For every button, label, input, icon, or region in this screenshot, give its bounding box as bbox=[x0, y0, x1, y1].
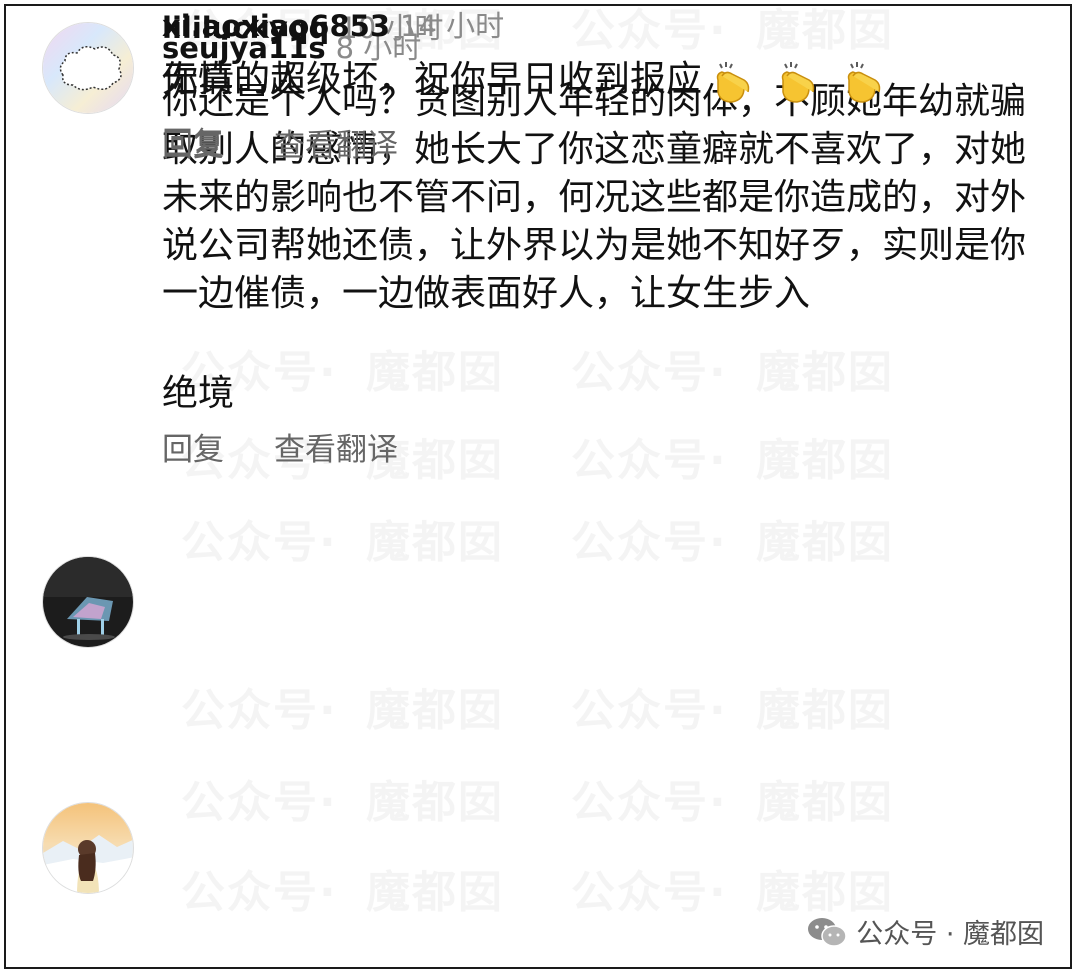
avatar-image bbox=[43, 803, 133, 893]
watermark-text: 魔都囡 bbox=[366, 856, 504, 920]
avatar-image bbox=[43, 23, 133, 113]
watermark-text: 魔都囡 bbox=[756, 766, 894, 830]
watermark-text: 公众号· bbox=[181, 506, 338, 570]
comment-header: xi.aoxiao6853 14 小时 bbox=[162, 6, 504, 46]
avatar-image bbox=[43, 557, 133, 647]
watermark-text: 魔都囡 bbox=[756, 674, 894, 738]
view-translation-button[interactable]: 查看翻译 bbox=[274, 432, 398, 468]
watermark-text: 魔都囡 bbox=[366, 766, 504, 830]
watermark-text: 公众号· bbox=[571, 766, 728, 830]
comment-actions: 回复 查看翻译 bbox=[162, 430, 448, 470]
watermark-text: 公众号· bbox=[571, 424, 728, 488]
account-watermark: 公众号 · 魔都囡 bbox=[806, 912, 1044, 951]
comment-screenshot-frame: 公众号· 魔都囡 公众号· 魔都囡 公众号· 魔都囡 公众号· 魔都囡 公众号·… bbox=[4, 4, 1072, 969]
watermark-text: 公众号· bbox=[571, 506, 728, 570]
watermark-text: 公众号· bbox=[571, 0, 728, 58]
comment-text: 无情的人 bbox=[162, 59, 307, 100]
watermark-text: 魔都囡 bbox=[756, 0, 894, 58]
avatar[interactable] bbox=[42, 802, 134, 894]
account-name: 公众号 · 魔都囡 bbox=[856, 919, 1044, 950]
wechat-icon bbox=[808, 917, 847, 947]
watermark-text: 公众号· bbox=[181, 856, 338, 920]
timestamp: 14 小时 bbox=[400, 9, 505, 43]
avatar[interactable] bbox=[42, 556, 134, 648]
watermark-text: 公众号· bbox=[571, 856, 728, 920]
comment-actions: 回复 bbox=[162, 124, 274, 164]
watermark-text: 魔都囡 bbox=[756, 424, 894, 488]
reply-button[interactable]: 回复 bbox=[162, 432, 224, 468]
watermark-text: 公众号· bbox=[181, 674, 338, 738]
watermark-text: 魔都囡 bbox=[366, 506, 504, 570]
avatar[interactable] bbox=[42, 22, 134, 114]
comment-text: 你还是个人吗？贪图别人年轻的肉体，不顾她年幼就骗取别人的感情，她长大了你这恋童癖… bbox=[162, 81, 1027, 314]
watermark-text: 魔都囡 bbox=[756, 506, 894, 570]
username[interactable]: xi.aoxiao6853 bbox=[162, 9, 390, 43]
view-translation-button[interactable]: 查看翻译 bbox=[274, 128, 398, 164]
watermark-text: 魔都囡 bbox=[366, 674, 504, 738]
comment-text-continuation: 绝境 bbox=[162, 373, 235, 414]
watermark-text: 魔都囡 bbox=[756, 856, 894, 920]
watermark-text: 公众号· bbox=[571, 674, 728, 738]
reply-button[interactable]: 回复 bbox=[162, 126, 224, 162]
watermark-text: 公众号· bbox=[181, 766, 338, 830]
